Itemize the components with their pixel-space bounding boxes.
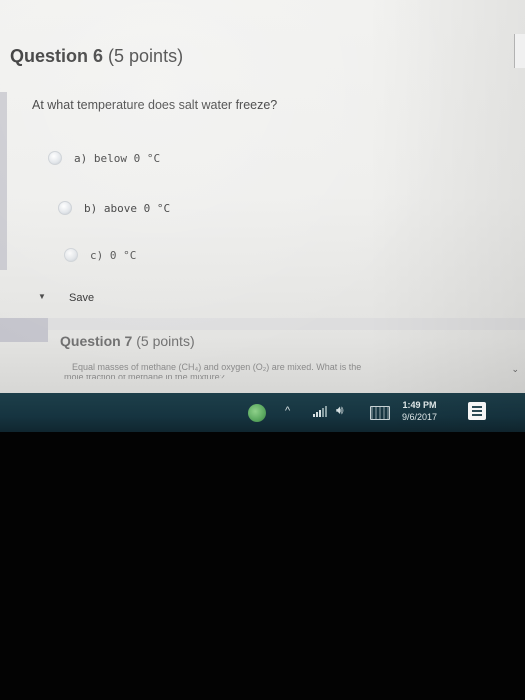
radio-button-icon[interactable] (64, 248, 78, 262)
option-a-text: below 0 °C (93, 151, 161, 165)
question-7-prompt-line2: mole fraction of methane in the mixture? (64, 375, 364, 379)
window-edge (514, 34, 525, 68)
option-c-label: c) 0 °C (90, 249, 136, 262)
network-icon[interactable] (312, 404, 328, 418)
option-a[interactable]: a) below 0 °C (48, 151, 160, 165)
question-7-number: Question 7 (60, 333, 133, 349)
option-a-label: a) below 0 °C (74, 152, 160, 165)
option-a-letter: a) (74, 151, 88, 165)
radio-button-icon[interactable] (58, 201, 72, 215)
scroll-chevron-icon[interactable]: ⌄ (511, 364, 519, 375)
question-7-title: Question 7 (5 points) (60, 333, 195, 349)
question-6-points: (5 points) (108, 46, 184, 66)
taskbar-clock[interactable]: 1:49 PM 9/6/2017 (402, 399, 437, 423)
monitor-bezel (0, 432, 525, 700)
option-c[interactable]: c) 0 °C (64, 248, 136, 262)
option-b-label: b) above 0 °C (84, 202, 170, 215)
option-b-letter: b) (84, 201, 98, 215)
question-6-number: Question 6 (10, 46, 104, 66)
network-icon-graphic (313, 406, 327, 417)
clock-time: 1:49 PM (402, 400, 437, 410)
option-c-letter: c) (90, 248, 104, 262)
option-c-text: 0 °C (109, 248, 137, 262)
keyboard-icon[interactable] (370, 406, 390, 420)
question-divider (0, 318, 525, 330)
save-button[interactable]: Save (60, 289, 103, 307)
question-7-prompt-line1: Equal masses of methane (CH₄) and oxygen… (72, 362, 362, 372)
question-6-prompt: At what temperature does salt water free… (32, 98, 278, 112)
chevron-up-icon[interactable]: ^ (285, 405, 290, 417)
option-b-text: above 0 °C (103, 201, 171, 215)
left-accent-bar (0, 92, 7, 270)
caret-down-icon: ▼ (38, 292, 46, 301)
notification-icon[interactable] (468, 402, 486, 420)
clock-date: 9/6/2017 (402, 412, 438, 422)
volume-icon[interactable]: 🔊︎ (336, 403, 344, 418)
radio-button-icon[interactable] (48, 151, 62, 165)
question-6-title: Question 6 (5 points) (10, 46, 183, 67)
divider-accent (0, 318, 48, 342)
taskbar: ^ 🔊︎ 1:49 PM 9/6/2017 (0, 393, 525, 432)
question-7-points: (5 points) (136, 333, 195, 349)
option-b[interactable]: b) above 0 °C (58, 201, 170, 215)
cortana-icon[interactable] (248, 404, 266, 422)
browser-screen: Question 6 (5 points) At what temperatur… (0, 0, 525, 432)
